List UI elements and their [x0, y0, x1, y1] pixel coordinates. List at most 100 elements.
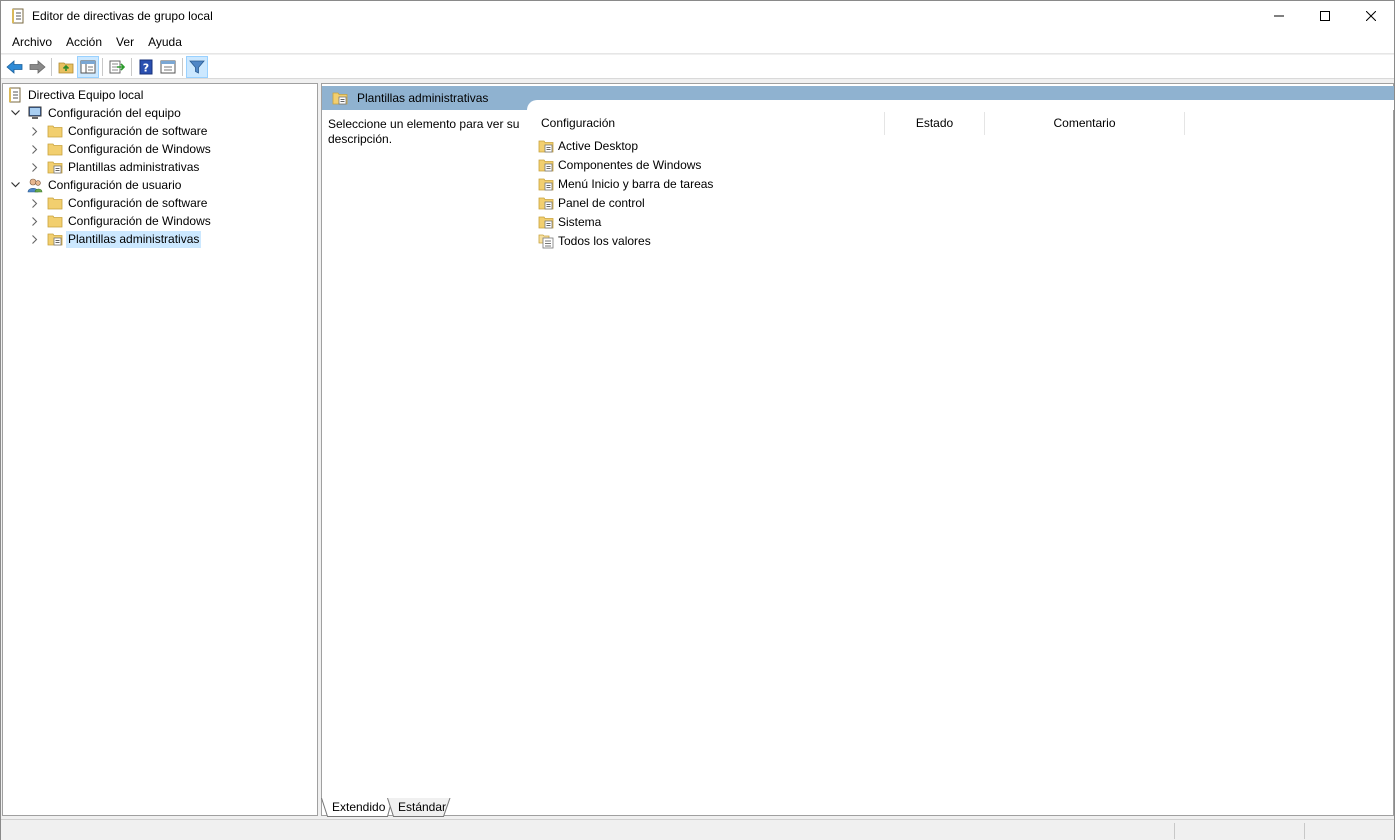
menu-bar: Archivo Acción Ver Ayuda [1, 31, 1394, 54]
up-folder-button[interactable] [55, 56, 77, 78]
tree-item-user-software[interactable]: Configuración de software [29, 194, 209, 212]
tree-item-computer-admin-templates[interactable]: Plantillas administrativas [29, 158, 201, 176]
toolbar-separator [102, 57, 103, 76]
list-item-label: Panel de control [558, 195, 645, 210]
admin-template-folder-icon [538, 178, 554, 190]
tree-item-label: Configuración de software [68, 123, 208, 138]
admin-template-folder-icon [538, 159, 554, 171]
tree-item-computer-software[interactable]: Configuración de software [29, 122, 209, 140]
back-button[interactable] [4, 56, 26, 78]
properties-icon [160, 60, 176, 73]
list-item[interactable]: Sistema [538, 212, 713, 231]
list-item[interactable]: Menú Inicio y barra de tareas [538, 174, 713, 193]
maximize-icon [1320, 11, 1330, 21]
column-header-configuracion[interactable]: Configuración [534, 112, 885, 135]
column-header-estado[interactable]: Estado [885, 112, 985, 135]
menu-ver[interactable]: Ver [109, 32, 141, 52]
show-hide-tree-icon [80, 60, 96, 73]
chevron-right-icon[interactable] [29, 158, 41, 176]
status-bar [1, 819, 1394, 840]
admin-template-folder-icon [538, 140, 554, 152]
main-window: Editor de directivas de grupo local Arch… [0, 0, 1395, 840]
tree-item-label: Directiva Equipo local [28, 87, 144, 102]
toolbar-separator [51, 57, 52, 76]
tree-item-label: Configuración del equipo [48, 105, 181, 120]
chevron-right-icon[interactable] [29, 140, 41, 158]
toolbar-separator [131, 57, 132, 76]
window-controls [1256, 1, 1394, 31]
description-text: Seleccione un elemento para ver su descr… [328, 117, 520, 146]
all-settings-icon [538, 234, 554, 248]
filter-button[interactable] [186, 55, 208, 78]
tree-item-computer-config[interactable]: Configuración del equipo [9, 104, 183, 122]
admin-template-folder-icon [332, 92, 348, 105]
chevron-down-icon[interactable] [9, 176, 21, 194]
help-button[interactable]: ? [135, 56, 157, 78]
tree-item-label: Configuración de Windows [68, 213, 211, 228]
tree-item-label: Configuración de usuario [48, 177, 182, 192]
list-item[interactable]: Active Desktop [538, 136, 713, 155]
tree-item-user-config[interactable]: Configuración de usuario [9, 176, 183, 194]
close-icon [1366, 11, 1376, 21]
maximize-button[interactable] [1302, 1, 1348, 31]
list-item-label: Componentes de Windows [558, 157, 702, 172]
folder-icon [47, 197, 63, 210]
tree-pane: Directiva Equipo local Configuración del… [2, 83, 318, 816]
content-header-curve [527, 100, 1394, 110]
tree-item-label: Plantillas administrativas [68, 159, 200, 174]
chevron-right-icon[interactable] [29, 194, 41, 212]
list-item[interactable]: Todos los valores [538, 231, 713, 250]
svg-text:?: ? [143, 61, 149, 74]
forward-arrow-icon [29, 59, 46, 74]
chevron-right-icon[interactable] [29, 212, 41, 230]
toolbar: ? [1, 55, 1394, 79]
content-pane: Plantillas administrativas Seleccione un… [321, 83, 1394, 816]
list-item-label: Todos los valores [558, 233, 651, 248]
folder-icon [47, 143, 63, 156]
menu-accion[interactable]: Acción [59, 32, 109, 52]
tree-item-label: Configuración de software [68, 195, 208, 210]
close-button[interactable] [1348, 1, 1394, 31]
back-arrow-icon [6, 59, 23, 74]
policy-document-icon [9, 87, 21, 103]
minimize-button[interactable] [1256, 1, 1302, 31]
title-bar: Editor de directivas de grupo local [1, 1, 1394, 31]
chevron-right-icon[interactable] [29, 230, 41, 248]
view-tabs: Extendido Estándar [321, 798, 451, 818]
admin-template-folder-icon [47, 233, 63, 246]
admin-template-folder-icon [538, 197, 554, 209]
tree-item-root[interactable]: Directiva Equipo local [7, 86, 145, 104]
tab-label: Estándar [398, 800, 447, 814]
window-title: Editor de directivas de grupo local [32, 9, 213, 23]
status-bar-divider [1174, 823, 1175, 839]
policy-editor-icon [12, 8, 24, 24]
chevron-right-icon[interactable] [29, 122, 41, 140]
column-header-comentario[interactable]: Comentario [985, 112, 1185, 135]
menu-archivo[interactable]: Archivo [5, 32, 59, 52]
forward-button[interactable] [26, 56, 48, 78]
tree-item-user-windows[interactable]: Configuración de Windows [29, 212, 213, 230]
admin-template-folder-icon [538, 216, 554, 228]
tab-extendido[interactable]: Extendido [321, 798, 393, 817]
tree-item-label: Plantillas administrativas [66, 230, 202, 248]
properties-button[interactable] [157, 56, 179, 78]
chevron-down-icon[interactable] [9, 104, 21, 122]
export-list-icon [109, 60, 125, 73]
tree-item-user-admin-templates[interactable]: Plantillas administrativas [29, 230, 202, 248]
tab-estandar[interactable]: Estándar [387, 798, 451, 817]
list-item-label: Active Desktop [558, 138, 639, 153]
column-headers: Configuración Estado Comentario [534, 112, 1185, 135]
toolbar-separator [182, 57, 183, 76]
list-item[interactable]: Panel de control [538, 193, 713, 212]
content-header: Plantillas administrativas [332, 89, 488, 107]
folder-icon [47, 215, 63, 228]
up-folder-icon [58, 62, 74, 73]
users-icon [27, 178, 43, 193]
folder-icon [47, 125, 63, 138]
show-hide-tree-button[interactable] [77, 55, 99, 78]
list-item-label: Menú Inicio y barra de tareas [558, 176, 714, 191]
menu-ayuda[interactable]: Ayuda [141, 32, 189, 52]
list-item[interactable]: Componentes de Windows [538, 155, 713, 174]
tree-item-computer-windows[interactable]: Configuración de Windows [29, 140, 213, 158]
export-list-button[interactable] [106, 56, 128, 78]
